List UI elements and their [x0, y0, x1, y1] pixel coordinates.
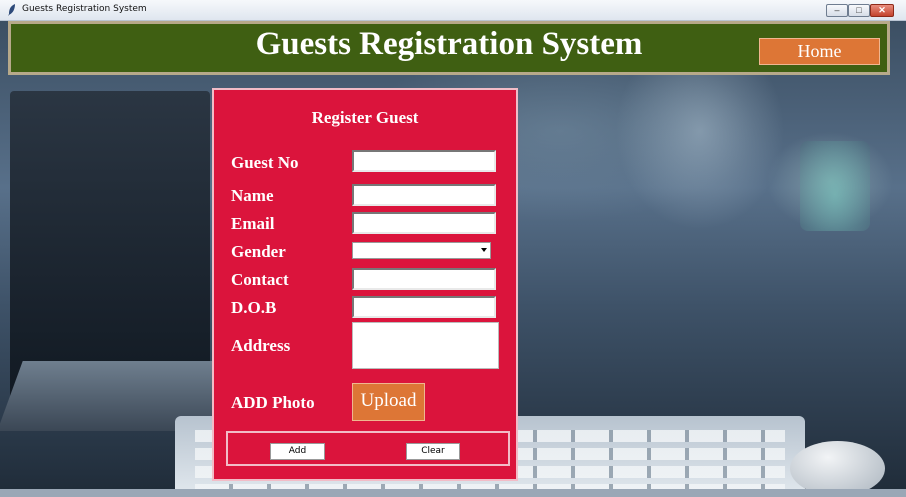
close-button[interactable]: ✕ [870, 4, 894, 17]
window-titlebar: Guests Registration System – □ ✕ [0, 0, 906, 21]
contact-input[interactable] [352, 268, 496, 290]
gender-select[interactable] [352, 242, 491, 259]
upload-button[interactable]: Upload [352, 383, 425, 421]
minimize-button[interactable]: – [826, 4, 848, 17]
chevron-down-icon [481, 248, 487, 252]
guest-no-input[interactable] [352, 150, 496, 172]
app-header: Guests Registration System Home [8, 21, 890, 75]
gender-label: Gender [231, 242, 286, 261]
email-input[interactable] [352, 212, 496, 234]
address-label: Address [231, 336, 291, 355]
add-button[interactable]: Add [270, 443, 325, 460]
maximize-button[interactable]: □ [848, 4, 870, 17]
feather-icon [8, 4, 15, 16]
guest-no-label: Guest No [231, 153, 299, 172]
form-title: Register Guest [311, 108, 419, 127]
contact-label: Contact [231, 270, 289, 289]
name-label: Name [231, 186, 274, 205]
action-button-frame: Add Clear [226, 431, 510, 466]
photo-label: ADD Photo [231, 393, 315, 412]
dob-input[interactable] [352, 296, 496, 318]
name-input[interactable] [352, 184, 496, 206]
address-textarea[interactable] [352, 322, 499, 369]
dob-label: D.O.B [231, 298, 277, 317]
app-title: Guests Registration System [255, 26, 643, 62]
register-guest-panel: Register Guest Guest No Name Email Gende… [212, 88, 518, 481]
window-title: Guests Registration System [22, 4, 147, 14]
taskbar-strip [0, 489, 906, 497]
home-button[interactable]: Home [759, 38, 880, 65]
clear-button[interactable]: Clear [406, 443, 460, 460]
email-label: Email [231, 214, 275, 233]
